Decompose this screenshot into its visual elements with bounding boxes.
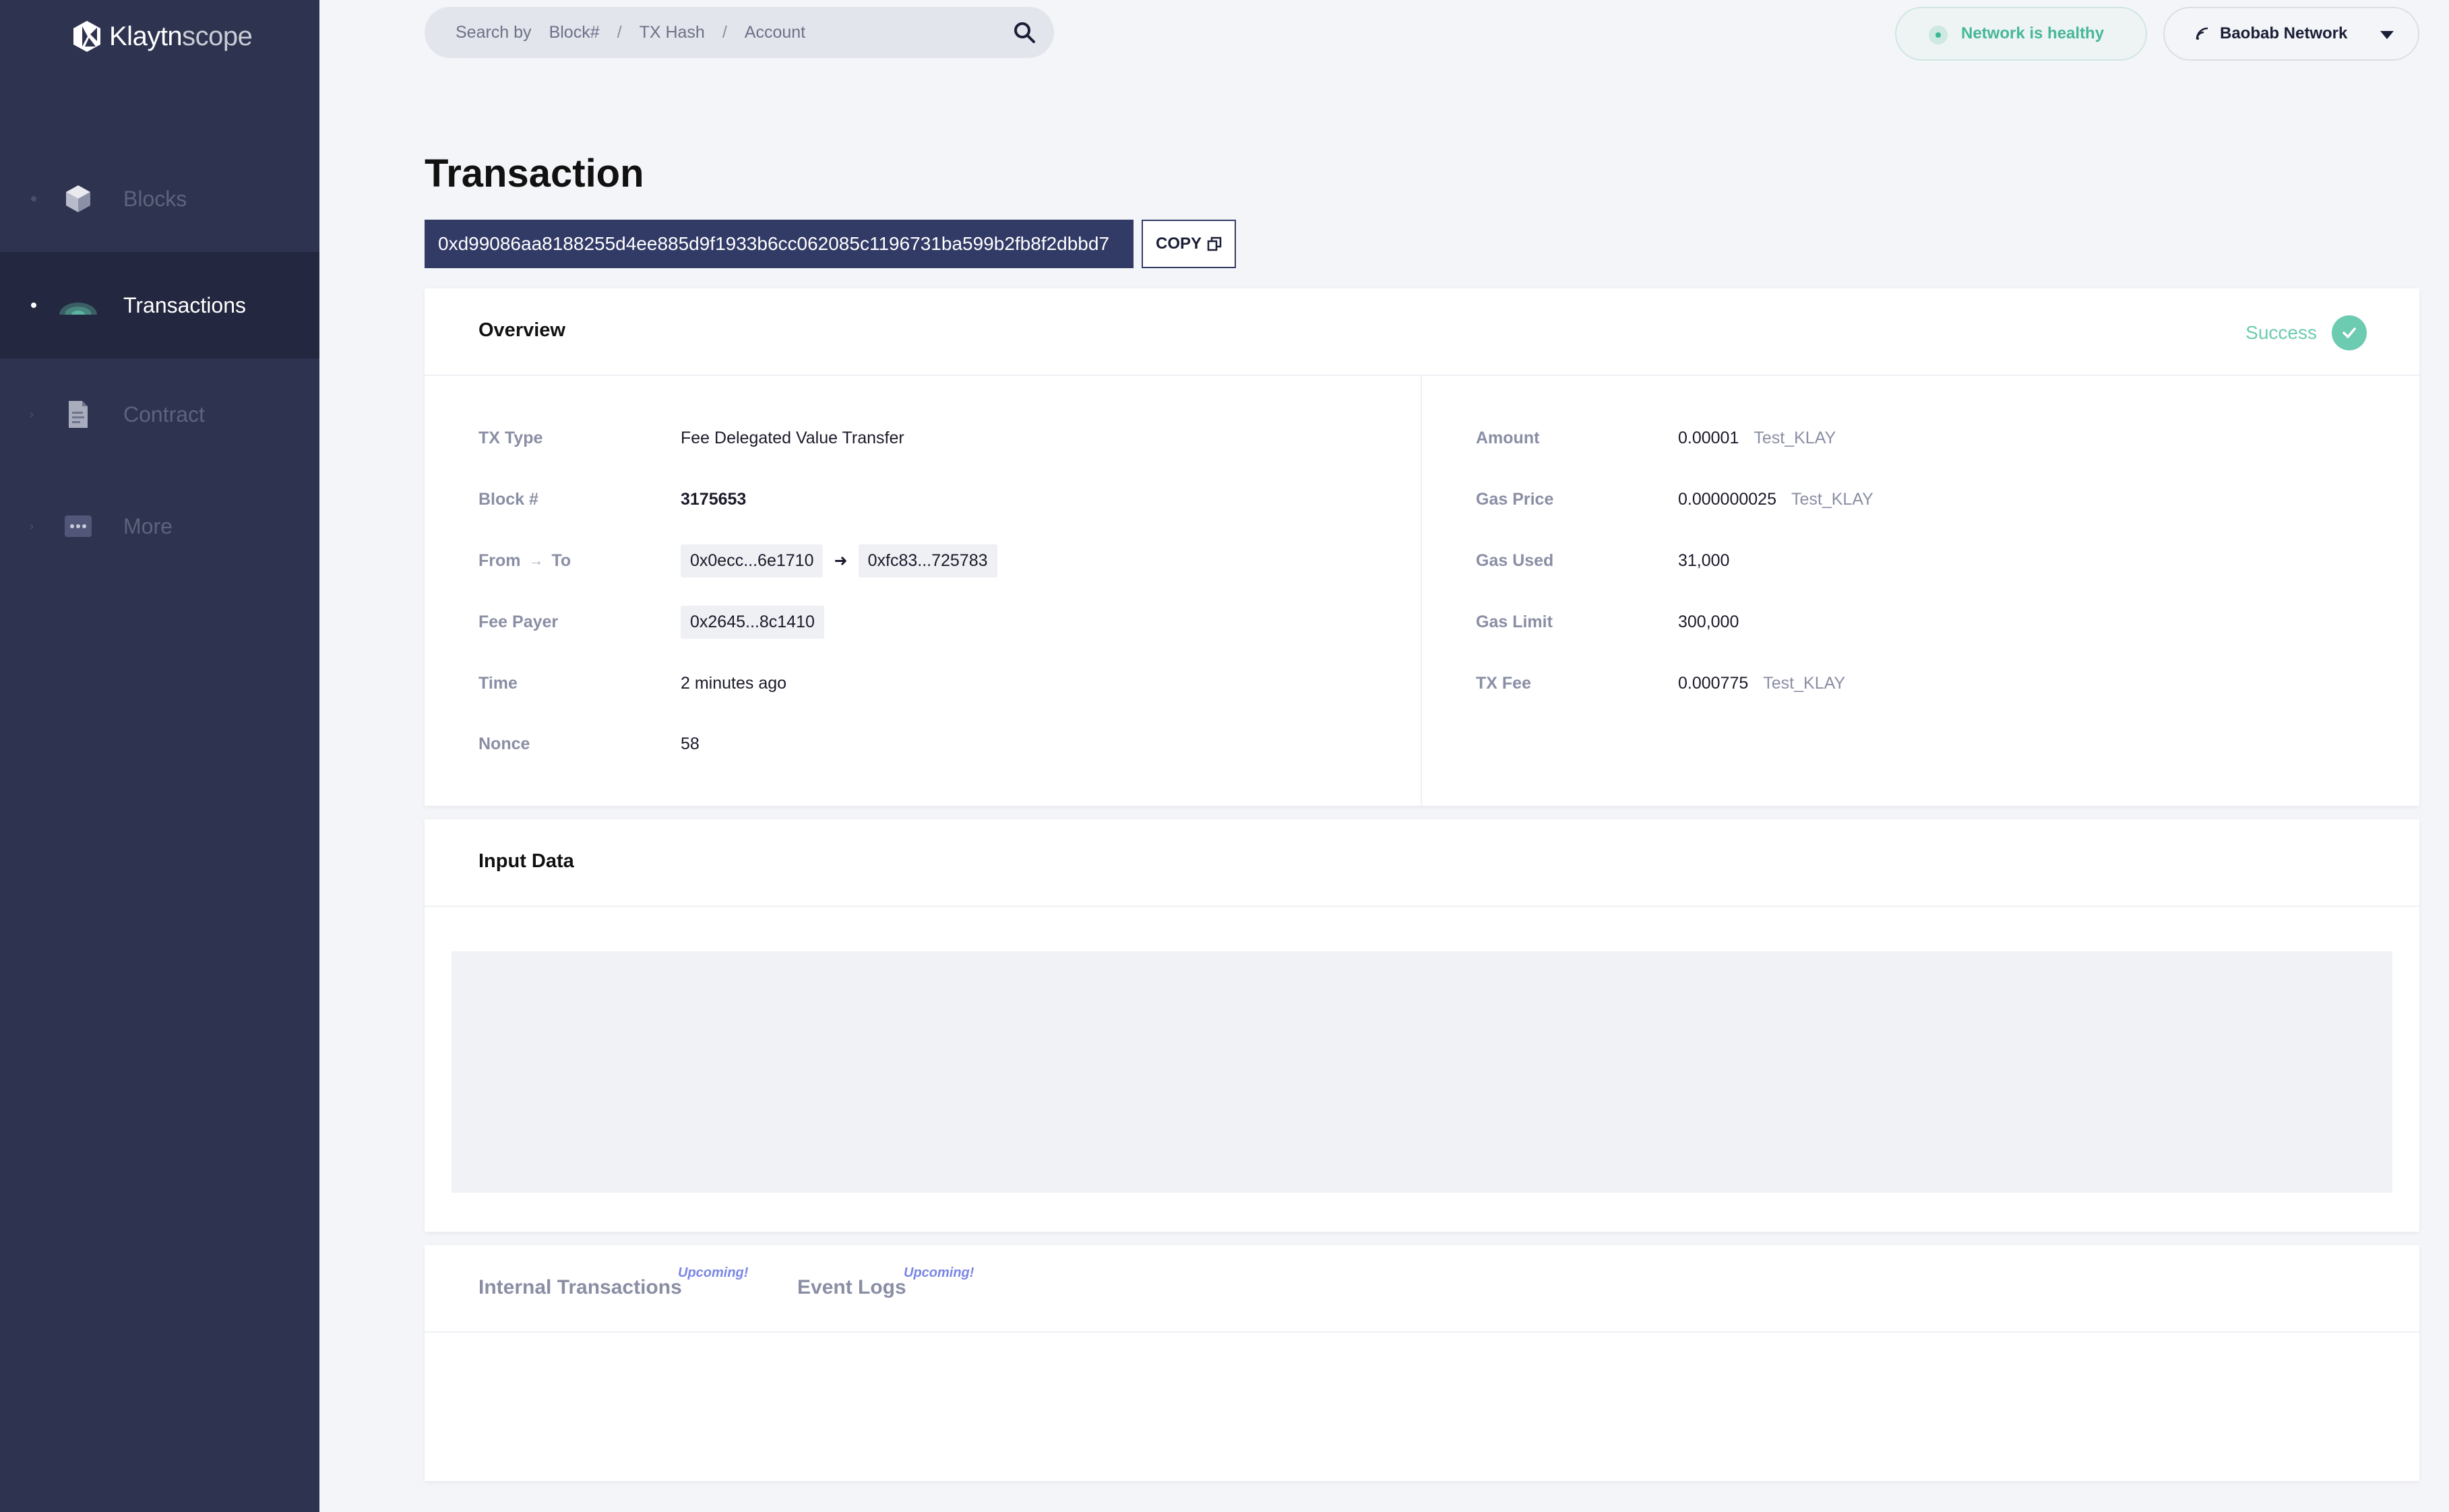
search-separator: / [617,22,622,42]
sidebar-item-contract[interactable]: › Contract [0,361,319,468]
chevron-down-icon [2380,31,2394,39]
search-separator: / [722,22,727,42]
gas-price-value: 0.000000025 Test_KLAY [1678,490,1873,509]
sidebar-item-label: More [123,513,173,538]
fee-payer-label: Fee Payer [478,612,559,631]
tab-internal-transactions[interactable]: Internal Transactions Upcoming! [478,1265,748,1299]
logo-text-secondary: scope [182,21,253,51]
tx-fee-value: 0.000775 Test_KLAY [1678,674,1845,693]
upcoming-badge: Upcoming! [678,1265,749,1280]
input-data-card: Input Data [425,819,2419,1232]
more-icon [65,515,92,537]
gas-used-value: 31,000 [1678,550,1730,570]
gas-price-unit: Test_KLAY [1791,489,1873,509]
arrow-right-icon: ➜ [834,551,848,570]
block-number-link[interactable]: 3175653 [681,490,746,509]
network-name: Baobab Network [2220,24,2348,42]
tab-label: Event Logs [797,1276,906,1298]
tx-type-label: TX Type [478,428,543,447]
from-to-label: From → To [478,551,571,571]
sidebar-item-transactions[interactable]: Transactions [0,252,319,358]
gas-used-label: Gas Used [1476,550,1554,570]
fee-payer-value: 0x2645...8c1410 [681,605,824,639]
copy-icon [1207,237,1222,251]
transaction-hash: 0xd99086aa8188255d4ee885d9f1933b6cc06208… [425,220,1134,268]
amount-number: 0.00001 [1678,428,1739,447]
copy-label: COPY [1155,234,1202,253]
amount-label: Amount [1476,428,1540,447]
network-selector[interactable]: Baobab Network [2163,7,2419,61]
sidebar-item-blocks[interactable]: Blocks [0,146,319,252]
tab-label: Internal Transactions [478,1276,682,1298]
cube-icon [66,185,90,212]
input-data-area[interactable] [452,951,2392,1193]
search-option-txhash: TX Hash [639,22,705,42]
nonce-value: 58 [681,734,700,753]
overview-right-column: Amount 0.00001 Test_KLAY Gas Price 0.000… [1476,288,2352,806]
chevron-right-icon: › [30,519,34,533]
network-health-badge: Network is healthy [1895,7,2147,61]
nav-bullet [31,303,36,308]
overview-card: Overview Success TX Type Fee Delegated V… [425,288,2419,806]
amount-unit: Test_KLAY [1754,428,1836,447]
column-divider [1421,376,1422,806]
nonce-label: Nonce [478,734,530,753]
time-label: Time [478,673,518,693]
search-option-block: Block# [549,22,600,42]
amount-value: 0.00001 Test_KLAY [1678,429,1836,448]
chevron-right-icon: › [30,407,34,421]
nav-bullet [31,196,36,201]
network-signal-icon [2196,27,2208,40]
tx-type-value: Fee Delegated Value Transfer [681,428,904,447]
to-address-link[interactable]: 0xfc83...725783 [858,544,997,577]
transactions-icon [58,303,98,321]
search-option-account: Account [744,22,806,42]
page-title: Transaction [425,152,644,195]
klaytnscope-logo[interactable]: Klaytn scope [70,18,253,55]
block-label: Block # [478,489,538,509]
input-data-title: Input Data [478,850,574,872]
from-address-link[interactable]: 0x0ecc...6e1710 [681,544,824,577]
gas-price-label: Gas Price [1476,489,1554,509]
klaytn-logo-icon [73,21,100,52]
copy-hash-button[interactable]: COPY [1142,220,1236,268]
search-input[interactable]: Search by Block# / TX Hash / Account [425,7,1054,58]
tabs-header: Internal Transactions Upcoming! Event Lo… [425,1245,2419,1333]
from-to-value: 0x0ecc...6e1710 ➜ 0xfc83...725783 [681,544,997,577]
gas-limit-label: Gas Limit [1476,612,1553,631]
tabs-card: Internal Transactions Upcoming! Event Lo… [425,1245,2419,1481]
search-prefix: Search by [456,22,532,42]
sidebar-item-more[interactable]: › More [0,473,319,579]
tx-fee-label: TX Fee [1476,673,1531,693]
sidebar-item-label: Blocks [123,186,187,211]
sidebar-item-label: Transactions [123,292,246,317]
health-status-text: Network is healthy [1961,24,2105,42]
logo-text-primary: Klaytn [109,21,183,51]
input-data-header: Input Data [425,819,2419,907]
health-status-icon [1929,26,1948,44]
overview-left-column: TX Type Fee Delegated Value Transfer Blo… [478,288,1355,806]
tx-fee-unit: Test_KLAY [1763,673,1846,693]
arrow-right-icon: → [528,552,544,569]
sidebar-item-label: Contract [123,402,205,427]
gas-limit-value: 300,000 [1678,612,1739,631]
document-icon [69,401,88,428]
to-label: To [551,550,571,570]
tx-fee-number: 0.000775 [1678,673,1749,693]
sidebar: Klaytnscope Blocks Transactions › Contr [0,0,319,1512]
fee-payer-address-link[interactable]: 0x2645...8c1410 [681,605,824,639]
tab-event-logs[interactable]: Event Logs Upcoming! [797,1265,974,1299]
gas-price-number: 0.000000025 [1678,489,1776,509]
upcoming-badge: Upcoming! [904,1265,974,1280]
search-icon[interactable] [1012,20,1036,44]
time-value: 2 minutes ago [681,673,787,693]
from-label: From [478,550,521,570]
